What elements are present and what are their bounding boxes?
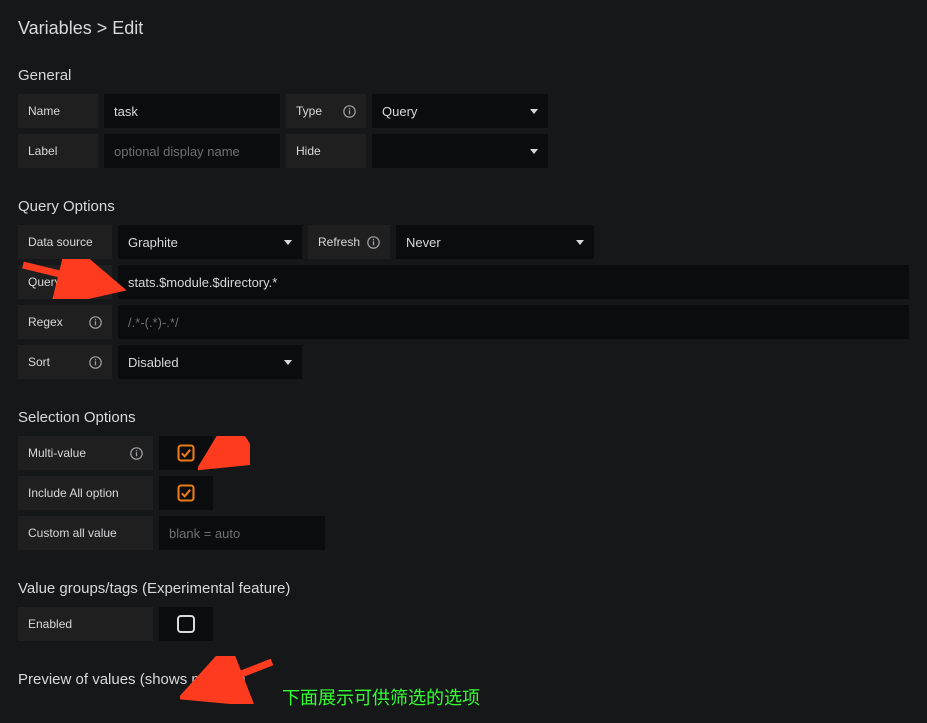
breadcrumb: Variables > Edit [18, 18, 909, 39]
enabled-label-text: Enabled [28, 617, 72, 631]
query-input[interactable] [118, 265, 909, 299]
caret-down-icon [284, 360, 292, 365]
type-label-text: Type [296, 104, 322, 118]
hide-select[interactable] [372, 134, 548, 168]
section-value-groups-title: Value groups/tags (Experimental feature) [18, 580, 909, 597]
refresh-label: Refresh [308, 225, 390, 259]
name-label: Name [18, 94, 98, 128]
caret-down-icon [530, 109, 538, 114]
customall-label-text: Custom all value [28, 526, 117, 540]
sort-select[interactable]: Disabled [118, 345, 302, 379]
refresh-label-text: Refresh [318, 235, 360, 249]
customall-input[interactable] [159, 516, 325, 550]
type-select-value: Query [382, 104, 417, 119]
includeall-label-text: Include All option [28, 486, 119, 500]
section-query-options-title: Query Options [18, 198, 909, 215]
refresh-select[interactable]: Never [396, 225, 594, 259]
type-label: Type [286, 94, 366, 128]
includeall-checkbox[interactable] [159, 476, 213, 510]
enabled-label: Enabled [18, 607, 153, 641]
enabled-checkbox[interactable] [159, 607, 213, 641]
includeall-label: Include All option [18, 476, 153, 510]
datasource-select-value: Graphite [128, 235, 178, 250]
sort-label: Sort [18, 345, 112, 379]
info-icon [343, 105, 356, 118]
query-label-text: Query [28, 275, 61, 289]
customall-label: Custom all value [18, 516, 153, 550]
checkbox-unchecked-icon [177, 615, 195, 633]
hide-label-text: Hide [296, 144, 321, 158]
regex-label-text: Regex [28, 315, 63, 329]
multivalue-label-text: Multi-value [28, 446, 86, 460]
section-preview-title: Preview of values (shows max 20) [18, 671, 909, 688]
datasource-label: Data source [18, 225, 112, 259]
name-label-text: Name [28, 104, 60, 118]
refresh-select-value: Never [406, 235, 441, 250]
info-icon [367, 236, 380, 249]
regex-input[interactable] [118, 305, 909, 339]
info-icon [130, 447, 143, 460]
sort-label-text: Sort [28, 355, 50, 369]
caret-down-icon [530, 149, 538, 154]
label-label: Label [18, 134, 98, 168]
datasource-select[interactable]: Graphite [118, 225, 302, 259]
caret-down-icon [284, 240, 292, 245]
multivalue-label: Multi-value [18, 436, 153, 470]
caret-down-icon [576, 240, 584, 245]
query-label: Query [18, 265, 112, 299]
section-general-title: General [18, 67, 909, 84]
label-input[interactable] [104, 134, 280, 168]
hide-label: Hide [286, 134, 366, 168]
info-icon [89, 356, 102, 369]
info-icon [89, 316, 102, 329]
datasource-label-text: Data source [28, 235, 93, 249]
regex-label: Regex [18, 305, 112, 339]
name-input[interactable] [104, 94, 280, 128]
sort-select-value: Disabled [128, 355, 179, 370]
section-selection-options-title: Selection Options [18, 409, 909, 426]
type-select[interactable]: Query [372, 94, 548, 128]
multivalue-checkbox[interactable] [159, 436, 213, 470]
label-label-text: Label [28, 144, 57, 158]
